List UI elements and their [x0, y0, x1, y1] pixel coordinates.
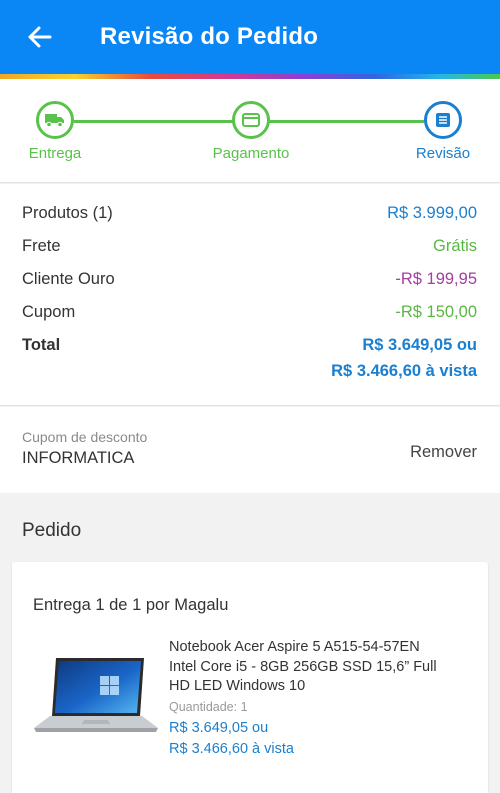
app-header: Revisão do Pedido: [0, 0, 500, 74]
coupon-info: Cupom de desconto INFORMATICA: [22, 429, 147, 468]
summary-label: Total: [22, 336, 61, 354]
summary-value: Grátis: [432, 237, 477, 255]
summary-row-shipping: Frete Grátis: [22, 237, 477, 270]
checkout-stepper: Entrega Pagamento Revisão: [0, 79, 500, 183]
product-price-installments: R$ 3.649,05 ou: [169, 719, 269, 736]
total-installments: R$ 3.649,05 ou: [362, 336, 477, 354]
summary-label: Frete: [22, 237, 61, 255]
order-section-title: Pedido: [22, 520, 82, 541]
product-image[interactable]: [32, 656, 160, 736]
step-pagamento[interactable]: Pagamento: [196, 101, 306, 162]
product-price: R$ 3.649,05 ou R$ 3.466,60 à vista: [169, 718, 469, 760]
total-values: R$ 3.649,05 ou R$ 3.466,60 à vista: [331, 332, 477, 384]
summary-label: Produtos (1): [22, 204, 113, 222]
summary-row-total: Total R$ 3.649,05 ou R$ 3.466,60 à vista: [22, 336, 477, 384]
product-quantity: Quantidade: 1: [169, 699, 248, 714]
coupon-code: INFORMATICA: [22, 449, 135, 467]
step-circle: [424, 101, 462, 139]
summary-value: -R$ 199,95: [395, 270, 477, 288]
total-cash: R$ 3.466,60 à vista: [331, 362, 477, 380]
product-price-cash: R$ 3.466,60 à vista: [169, 740, 294, 757]
summary-value: -R$ 150,00: [395, 303, 477, 321]
product-name-line: HD LED Windows 10: [169, 678, 306, 694]
product-name[interactable]: Notebook Acer Aspire 5 A515-54-57EN Inte…: [169, 638, 469, 697]
product-name-line: Notebook Acer Aspire 5 A515-54-57EN: [169, 639, 420, 655]
summary-row-products: Produtos (1) R$ 3.999,00: [22, 204, 477, 237]
summary-label: Cupom: [22, 303, 76, 321]
step-revisao[interactable]: Revisão: [388, 101, 498, 162]
back-button[interactable]: [0, 0, 78, 74]
arrow-left-icon: [28, 26, 52, 48]
remove-coupon-button[interactable]: Remover: [410, 443, 477, 462]
summary-row-gold-client: Cliente Ouro -R$ 199,95: [22, 270, 477, 303]
coupon-section: Cupom de desconto INFORMATICA Remover: [0, 407, 500, 493]
product-name-line: Intel Core i5 - 8GB 256GB SSD 15,6” Full: [169, 658, 437, 675]
step-label: Pagamento: [212, 145, 290, 162]
list-icon: [436, 113, 450, 127]
step-circle: [232, 101, 270, 139]
step-entrega[interactable]: Entrega: [0, 101, 110, 162]
order-summary: Produtos (1) R$ 3.999,00 Frete Grátis Cl…: [0, 184, 500, 406]
truck-icon: [45, 114, 64, 128]
step-label: Revisão: [415, 145, 471, 162]
coupon-label: Cupom de desconto: [22, 429, 148, 445]
step-circle: [36, 101, 74, 139]
summary-value: R$ 3.999,00: [387, 204, 477, 222]
step-label: Entrega: [28, 145, 82, 162]
delivery-title: Entrega 1 de 1 por Magalu: [33, 596, 229, 614]
product-info: Notebook Acer Aspire 5 A515-54-57EN Inte…: [169, 638, 469, 760]
credit-card-icon: [242, 113, 260, 127]
summary-label: Cliente Ouro: [22, 270, 115, 288]
delivery-card: Entrega 1 de 1 por Magalu Notebook Acer …: [12, 562, 488, 793]
page-title: Revisão do Pedido: [100, 23, 319, 50]
